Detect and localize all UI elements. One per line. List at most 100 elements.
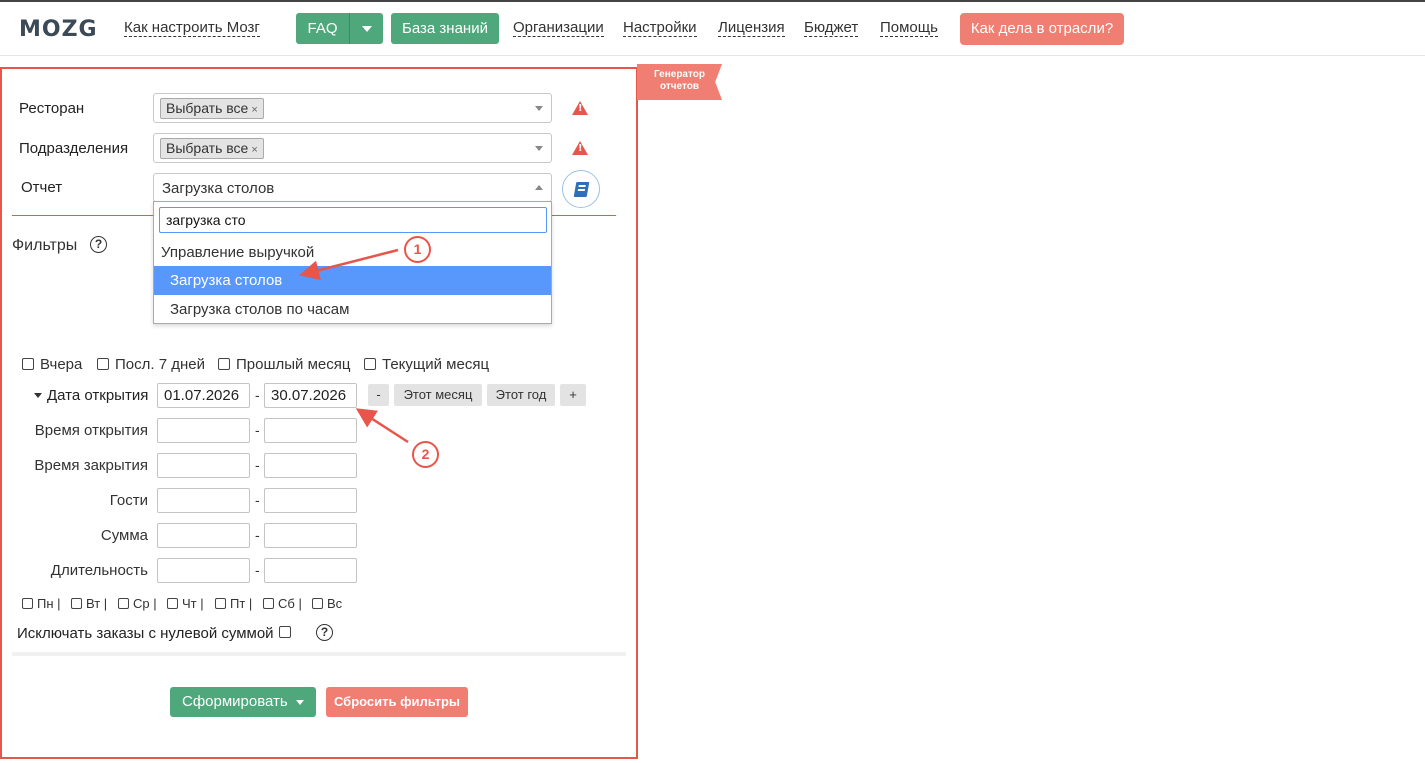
date-to-input[interactable]: 30.07.2026 xyxy=(264,383,357,408)
restaurant-label: Ресторан xyxy=(19,100,85,117)
nav-link-setup[interactable]: Как настроить Мозг xyxy=(124,20,260,37)
select-all-tag[interactable]: Выбрать все × xyxy=(160,138,264,159)
annotation-marker-2: 2 xyxy=(412,441,439,468)
checkbox-box[interactable] xyxy=(22,358,34,370)
tag-remove-icon[interactable]: × xyxy=(251,104,257,116)
book-icon xyxy=(573,182,590,197)
checkbox-box[interactable] xyxy=(218,358,230,370)
weekday-label: Пт | xyxy=(230,596,253,611)
checkbox-box[interactable] xyxy=(118,598,129,609)
checkbox-box[interactable] xyxy=(71,598,82,609)
exclude-zero-checkbox[interactable] xyxy=(279,626,291,638)
weekday-mon[interactable]: Пн | xyxy=(22,596,61,611)
logo[interactable]: MOZG xyxy=(19,14,98,46)
industry-button[interactable]: Как дела в отрасли? xyxy=(960,13,1124,45)
sum-to[interactable] xyxy=(264,523,357,548)
checkbox-box[interactable] xyxy=(312,598,323,609)
faq-dropdown-toggle[interactable] xyxy=(349,13,383,44)
report-search-input[interactable] xyxy=(159,207,547,233)
select-all-tag[interactable]: Выбрать все × xyxy=(160,98,264,119)
nav-link-settings[interactable]: Настройки xyxy=(623,20,697,37)
weekday-label: Чт | xyxy=(182,596,204,611)
navbar: MOZG Как настроить Мозг FAQ База знаний … xyxy=(0,2,1425,56)
chevron-down-icon xyxy=(535,106,543,111)
checkbox-box[interactable] xyxy=(215,598,226,609)
restaurant-select[interactable]: Выбрать все × xyxy=(153,93,552,123)
weekday-tue[interactable]: Вт | xyxy=(71,596,107,611)
duration-from[interactable] xyxy=(157,558,250,583)
checkbox-box[interactable] xyxy=(167,598,178,609)
report-generator-ribbon: Генератор отчетов xyxy=(637,64,722,100)
open-date-label: Дата открытия xyxy=(47,387,149,404)
faq-button[interactable]: FAQ xyxy=(296,13,349,44)
weekday-label: Вс xyxy=(327,596,343,611)
collapse-toggle-icon[interactable] xyxy=(34,393,42,398)
nav-link-help[interactable]: Помощь xyxy=(880,20,938,37)
warning-mark: ! xyxy=(578,143,583,154)
checkbox-label: Текущий месяц xyxy=(382,356,490,373)
guests-to[interactable] xyxy=(264,488,357,513)
range-dash: - xyxy=(255,422,260,438)
checkbox-yesterday[interactable]: Вчера xyxy=(22,356,82,373)
dropdown-group-label: Управление выручкой xyxy=(161,244,315,261)
weekday-label: Пн | xyxy=(37,596,61,611)
weekday-sun[interactable]: Вс xyxy=(312,596,342,611)
open-time-to[interactable] xyxy=(264,418,357,443)
checkbox-label: Посл. 7 дней xyxy=(115,356,205,373)
division-select[interactable]: Выбрать все × xyxy=(153,133,552,163)
this-month-button[interactable]: Этот месяц xyxy=(394,384,482,406)
warning-mark: ! xyxy=(578,103,583,114)
dropdown-option-table-load-hourly[interactable]: Загрузка столов по часам xyxy=(154,295,551,324)
duration-to[interactable] xyxy=(264,558,357,583)
nav-link-budget[interactable]: Бюджет xyxy=(804,20,859,37)
exclude-zero-label: Исключать заказы с нулевой суммой xyxy=(17,625,274,642)
annotation-marker-1: 1 xyxy=(404,236,431,263)
close-time-from[interactable] xyxy=(157,453,250,478)
checkbox-box[interactable] xyxy=(364,358,376,370)
guests-from[interactable] xyxy=(157,488,250,513)
open-time-label: Время открытия xyxy=(34,422,148,439)
checkbox-box[interactable] xyxy=(97,358,109,370)
sum-label: Сумма xyxy=(100,527,148,544)
dropdown-option-table-load[interactable]: Загрузка столов xyxy=(154,266,551,295)
generate-label: Сформировать xyxy=(182,693,288,710)
date-plus-button[interactable]: + xyxy=(560,384,586,406)
chevron-down-icon xyxy=(296,700,304,705)
weekday-thu[interactable]: Чт | xyxy=(167,596,204,611)
checkbox-last-month[interactable]: Прошлый месяц xyxy=(218,356,350,373)
report-label: Отчет xyxy=(21,179,63,196)
reset-filters-button[interactable]: Сбросить фильтры xyxy=(326,687,468,717)
report-help-button[interactable] xyxy=(562,170,600,208)
date-from-input[interactable]: 01.07.2026 xyxy=(157,383,250,408)
chevron-up-icon xyxy=(535,185,543,190)
close-time-to[interactable] xyxy=(264,453,357,478)
checkbox-box[interactable] xyxy=(22,598,33,609)
range-dash: - xyxy=(255,387,260,403)
chevron-down-icon xyxy=(361,26,372,33)
weekday-sat[interactable]: Сб | xyxy=(263,596,302,611)
checkbox-last-7-days[interactable]: Посл. 7 дней xyxy=(97,356,205,373)
report-select[interactable]: Загрузка столов xyxy=(153,173,552,202)
checkbox-current-month[interactable]: Текущий месяц xyxy=(364,356,489,373)
tag-remove-icon[interactable]: × xyxy=(251,144,257,156)
checkbox-label: Прошлый месяц xyxy=(236,356,351,373)
duration-label: Длительность xyxy=(50,562,148,579)
filters-title: Фильтры xyxy=(12,237,78,254)
open-time-from[interactable] xyxy=(157,418,250,443)
nav-link-organizations[interactable]: Организации xyxy=(513,20,604,37)
weekday-fri[interactable]: Пт | xyxy=(215,596,252,611)
knowledge-base-button[interactable]: База знаний xyxy=(391,13,499,44)
weekday-label: Ср | xyxy=(133,596,157,611)
weekday-wed[interactable]: Ср | xyxy=(118,596,157,611)
nav-link-license[interactable]: Лицензия xyxy=(718,20,785,37)
checkbox-box[interactable] xyxy=(263,598,274,609)
warning-icon: ! xyxy=(572,141,588,155)
filters-footer-bar xyxy=(12,652,626,656)
sum-from[interactable] xyxy=(157,523,250,548)
generate-button[interactable]: Сформировать xyxy=(170,687,316,717)
help-icon[interactable]: ? xyxy=(316,624,333,641)
help-icon[interactable]: ? xyxy=(90,236,107,253)
date-minus-button[interactable]: - xyxy=(368,384,389,406)
this-year-button[interactable]: Этот год xyxy=(487,384,555,406)
division-label: Подразделения xyxy=(19,140,129,157)
